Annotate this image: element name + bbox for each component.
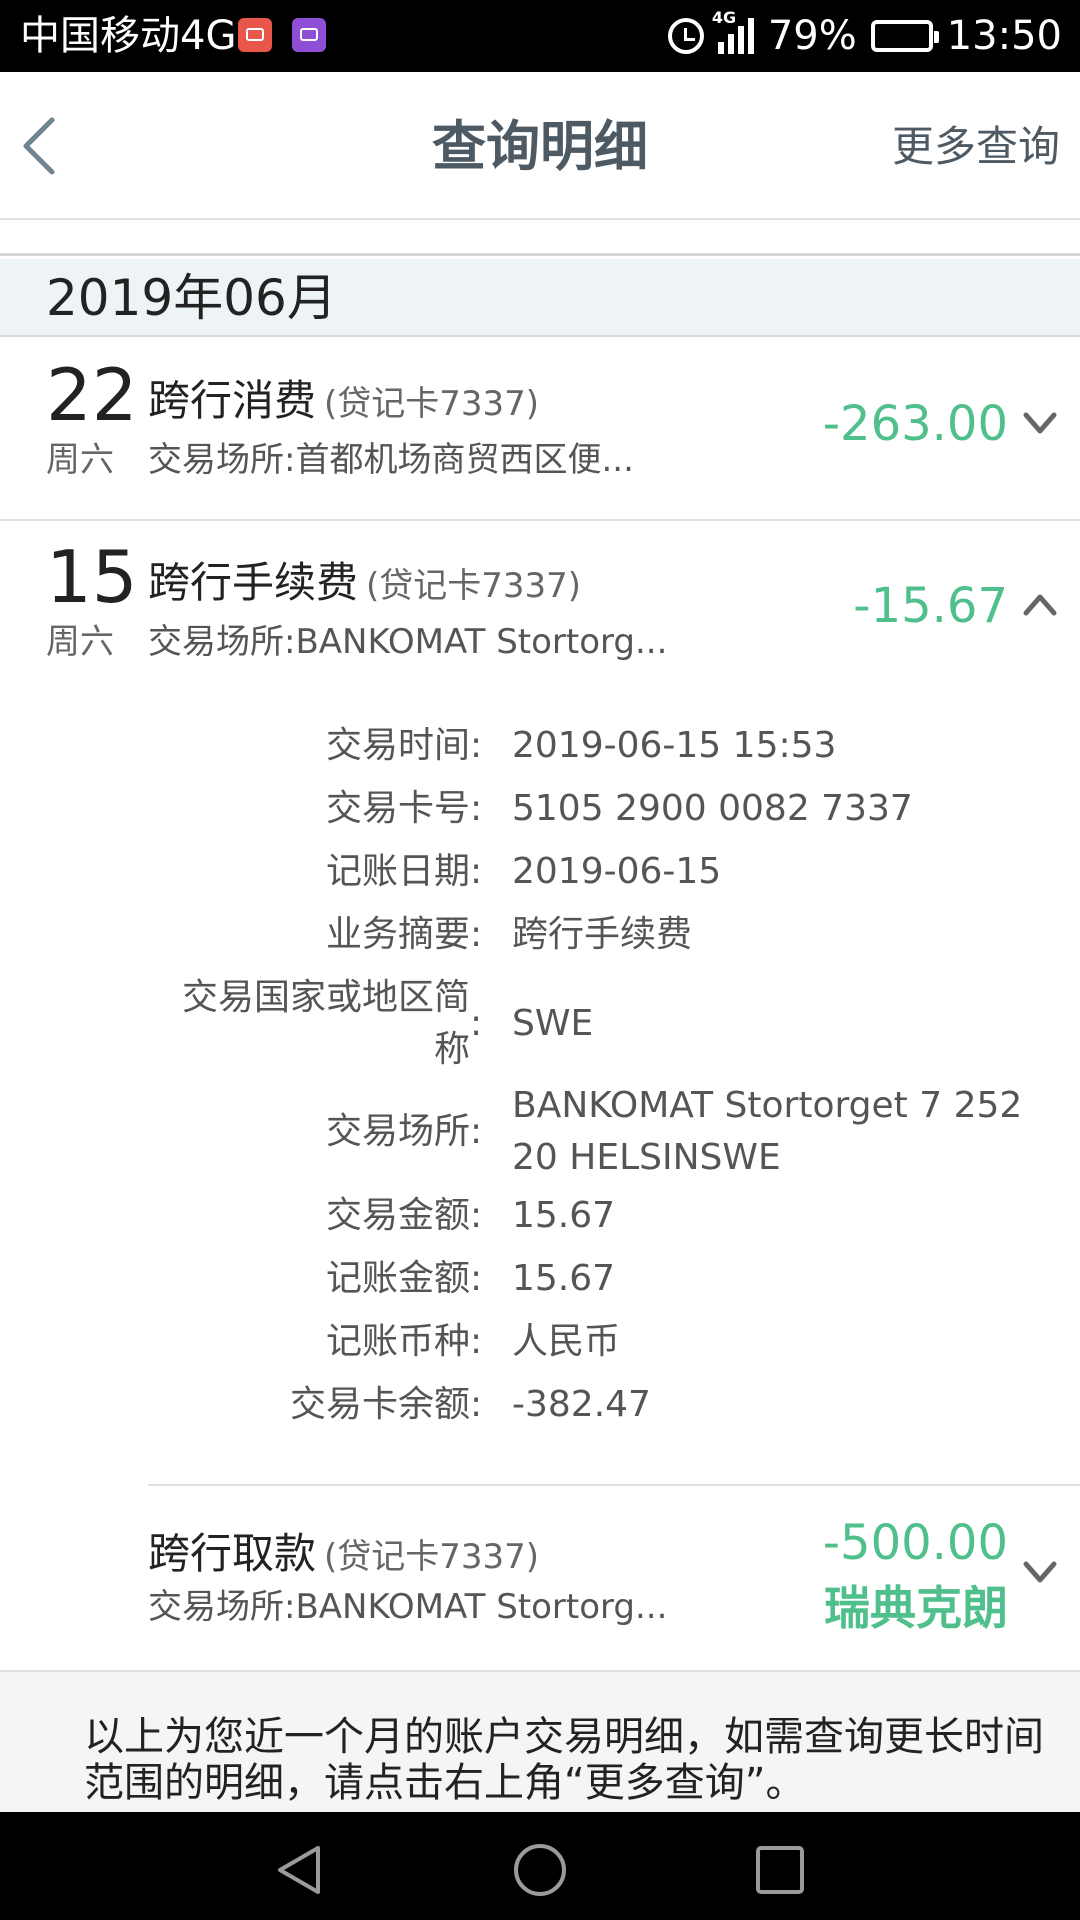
detail-value: 2019-06-15	[512, 851, 722, 892]
status-indicators: 4G 79% 13:50	[667, 8, 1062, 60]
detail-value: 15.67	[512, 1195, 616, 1236]
detail-colon: :	[470, 1321, 483, 1362]
detail-colon: :	[470, 1258, 483, 1299]
detail-label: 业务摘要	[325, 914, 470, 955]
detail-label: 交易卡号	[325, 788, 470, 829]
transaction-amount: -15.67	[853, 578, 1008, 634]
card-label: (贷记卡7337)	[324, 1537, 540, 1577]
transaction-type: 跨行消费	[148, 376, 317, 425]
clock: 13:50	[946, 13, 1062, 59]
detail-label: 记账日期	[325, 851, 470, 892]
detail-label: 交易时间	[325, 725, 470, 766]
detail-colon: :	[470, 788, 483, 829]
card-label: (贷记卡7337)	[324, 384, 540, 424]
battery-icon	[870, 20, 939, 52]
chevron-down-icon[interactable]	[1022, 405, 1058, 441]
home-circle-icon[interactable]	[512, 1842, 568, 1898]
transaction-weekday: 周六	[46, 440, 114, 480]
system-back-icon[interactable]	[272, 1842, 328, 1898]
chevron-down-icon[interactable]	[1022, 1554, 1058, 1590]
transaction-place: 交易场所:BANKOMAT Stortorg...	[148, 622, 668, 662]
transaction-name: 跨行取款 (贷记卡7337)	[148, 1526, 539, 1585]
detail-value: -382.47	[512, 1384, 651, 1425]
alarm-icon	[667, 18, 704, 54]
recent-apps-square-icon[interactable]	[752, 1842, 808, 1898]
transaction-day: 22	[46, 353, 138, 437]
detail-colon: :	[470, 1384, 483, 1425]
detail-value: 2019-06-15 15:53	[512, 725, 837, 766]
transaction-name: 跨行消费 (贷记卡7337)	[148, 373, 539, 432]
detail-value: 跨行手续费	[512, 914, 693, 955]
transaction-type: 跨行手续费	[148, 558, 359, 607]
transaction-amount: -500.00	[822, 1515, 1008, 1571]
detail-value: 5105 2900 0082 7337	[512, 788, 913, 829]
network-type-label: 4G	[711, 8, 737, 27]
detail-value: 15.67	[512, 1258, 616, 1299]
detail-colon: :	[470, 1111, 483, 1152]
transaction-weekday: 周六	[46, 622, 114, 662]
detail-value: BANKOMAT Stortorget 7 25220 HELSINSWE	[512, 1085, 1023, 1178]
signal-icon: 4G	[712, 8, 754, 54]
header-spacer	[0, 222, 1080, 256]
detail-colon: :	[470, 1003, 483, 1044]
month-label: 2019年06月	[46, 269, 337, 327]
transaction-row[interactable]: 跨行取款 (贷记卡7337) 交易场所:BANKOMAT Stortorg... …	[0, 1486, 1080, 1670]
card-label: (贷记卡7337)	[366, 566, 582, 606]
transaction-amount: -263.00	[822, 396, 1008, 452]
detail-value: SWE	[512, 1003, 594, 1044]
footer-note: 以上为您近一个月的账户交易明细，如需查询更长时间范围的明细，请点击右上角“更多查…	[84, 1714, 1044, 1806]
mail-app-icon	[238, 18, 272, 52]
transaction-type: 跨行取款	[148, 1529, 317, 1578]
detail-label: 交易国家或地区简称	[181, 977, 470, 1070]
detail-label: 交易金额	[325, 1195, 470, 1236]
detail-colon: :	[470, 851, 483, 892]
transaction-day: 15	[46, 535, 138, 619]
detail-label: 记账币种	[325, 1321, 470, 1362]
detail-label: 记账金额	[325, 1258, 470, 1299]
transaction-row[interactable]: 22 周六 跨行消费 (贷记卡7337) 交易场所:首都机场商贸西区便... -2…	[0, 339, 1080, 519]
carrier-label: 中国移动4G	[20, 13, 237, 59]
detail-label: 交易卡余额	[289, 1384, 470, 1425]
transaction-currency: 瑞典克朗	[824, 1581, 1008, 1635]
detail-value: 人民币	[512, 1321, 621, 1362]
more-query-button[interactable]: 更多查询	[892, 120, 1060, 174]
system-navigation-bar	[0, 1812, 1080, 1920]
transaction-place: 交易场所:首都机场商贸西区便...	[148, 440, 634, 480]
detail-colon: :	[470, 1195, 483, 1236]
transaction-row[interactable]: 15 周六 跨行手续费 (贷记卡7337) 交易场所:BANKOMAT Stort…	[0, 521, 1080, 691]
transaction-name: 跨行手续费 (贷记卡7337)	[148, 555, 581, 614]
detail-colon: :	[470, 914, 483, 955]
month-section-header: 2019年06月	[0, 259, 1080, 337]
battery-percent: 79%	[767, 13, 857, 59]
transaction-place: 交易场所:BANKOMAT Stortorg...	[148, 1587, 668, 1627]
chevron-up-icon[interactable]	[1022, 587, 1058, 623]
detail-label: 交易场所	[325, 1111, 470, 1152]
footer-note-area: 以上为您近一个月的账户交易明细，如需查询更长时间范围的明细，请点击右上角“更多查…	[0, 1672, 1080, 1812]
gallery-app-icon	[292, 18, 326, 52]
status-bar: 中国移动4G 4G 79% 13:50	[0, 0, 1080, 72]
navigation-bar: 查询明细 更多查询	[0, 72, 1080, 220]
detail-colon: :	[470, 725, 483, 766]
